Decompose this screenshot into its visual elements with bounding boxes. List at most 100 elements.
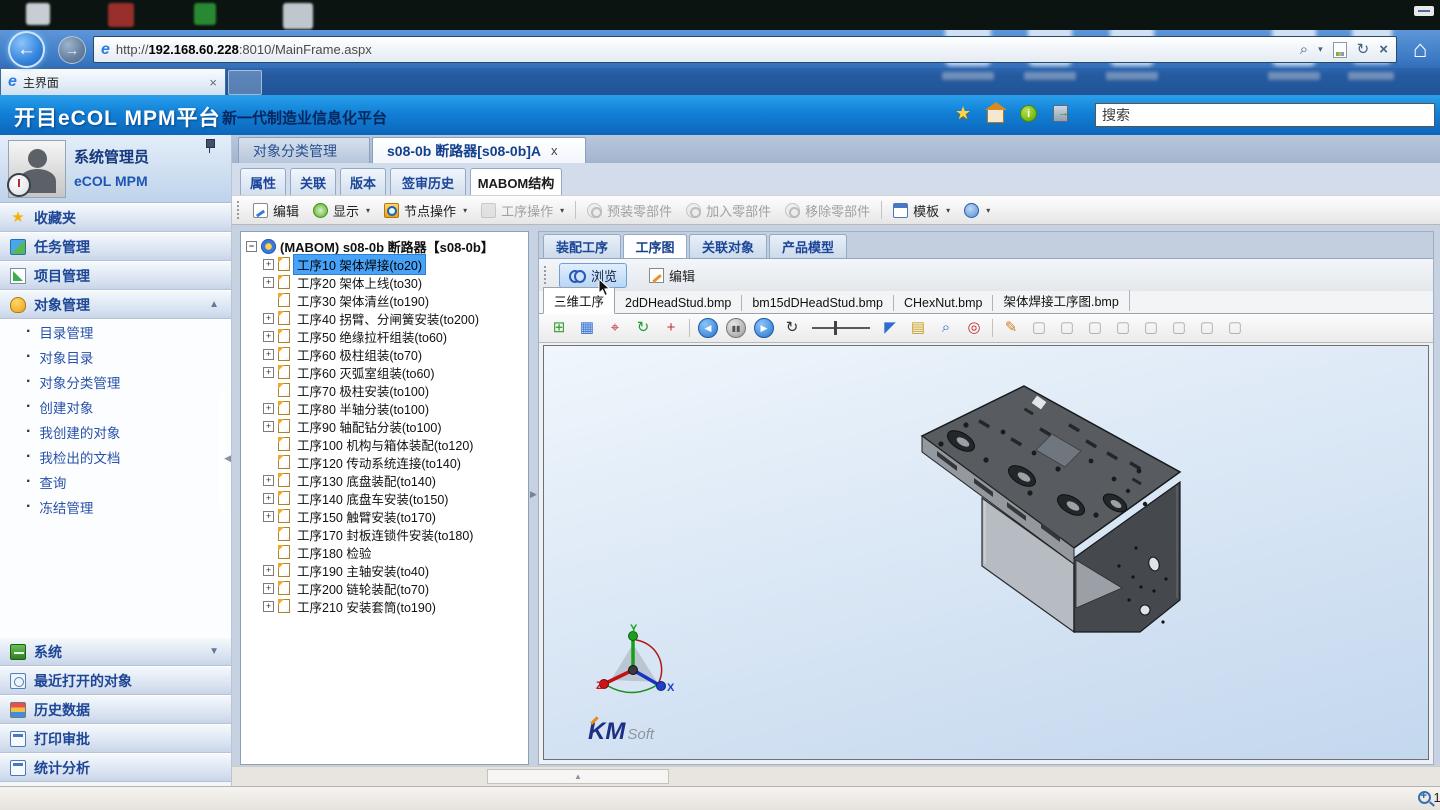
panel-splitter[interactable]: ▶	[529, 231, 538, 765]
toolbar-button-模板[interactable]: 模板▾	[886, 198, 957, 222]
address-bar[interactable]: e http://192.168.60.228:8010/MainFrame.a…	[93, 36, 1397, 63]
tree-node[interactable]: +工序50 绝缘拉杆组装(to60)	[246, 327, 528, 345]
search-icon[interactable]: ⌕	[1300, 37, 1308, 62]
sidebar-group-打印审批[interactable]: 打印审批	[0, 724, 231, 753]
tree-node[interactable]: +工序60 极柱组装(to70)	[246, 345, 528, 363]
tree-node[interactable]: +工序190 主轴安装(to40)	[246, 561, 528, 579]
chevron-up-icon[interactable]: ▲	[209, 299, 219, 310]
sidebar-group-历史数据[interactable]: 历史数据	[0, 695, 231, 724]
toolbar-button-编辑[interactable]: 编辑	[246, 198, 306, 222]
tree-node[interactable]: +工序130 底盘装配(to140)	[246, 471, 528, 489]
cad-viewer[interactable]: Y X Z KMSoft	[543, 345, 1429, 760]
process-tab-关联对象[interactable]: 关联对象	[689, 234, 767, 258]
detail-tab-签审历史[interactable]: 签审历史	[390, 168, 466, 195]
expand-icon[interactable]: +	[263, 493, 274, 504]
play-forward-icon[interactable]: ▶	[754, 318, 774, 338]
tree-node[interactable]: +工序150 触臂安装(to170)	[246, 507, 528, 525]
tree-node[interactable]: 工序30 架体清丝(to190)	[246, 291, 528, 309]
sidebar-group-收藏夹[interactable]: ★收藏夹	[0, 203, 231, 232]
new-tab-button[interactable]	[228, 70, 262, 95]
sidebar-item-我创建的对象[interactable]: ·我创建的对象	[0, 419, 231, 444]
file-tab-架体焊接工序图.bmp[interactable]: 架体焊接工序图.bmp	[993, 290, 1129, 311]
expand-icon[interactable]: +	[263, 367, 274, 378]
chevron-down-icon[interactable]: ▼	[209, 646, 219, 657]
sidebar-group-项目管理[interactable]: 项目管理	[0, 261, 231, 290]
expand-icon[interactable]: +	[263, 583, 274, 594]
process-tab-装配工序[interactable]: 装配工序	[543, 234, 621, 258]
sidebar-item-对象目录[interactable]: ·对象目录	[0, 344, 231, 369]
markup-edit-icon[interactable]: ✎	[1001, 318, 1021, 338]
toolbar-button-显示[interactable]: 显示▾	[306, 198, 377, 222]
zoom-region-icon[interactable]: ▦	[577, 318, 597, 338]
replay-icon[interactable]: ↻	[782, 318, 802, 338]
detail-tab-属性[interactable]: 属性	[240, 168, 286, 195]
panel-collapse-handle[interactable]: ▲	[487, 769, 669, 784]
sidebar-item-冻结管理[interactable]: ·冻结管理	[0, 494, 231, 519]
rotate-view-icon[interactable]: ↻	[633, 318, 653, 338]
tree-root-row[interactable]: − (MABOM) s08-0b 断路器【s08-0b】	[246, 237, 528, 255]
expand-icon[interactable]: +	[263, 565, 274, 576]
browser-back-button[interactable]: ←	[8, 31, 45, 68]
detail-tab-关联[interactable]: 关联	[290, 168, 336, 195]
expand-icon[interactable]: +	[263, 511, 274, 522]
progress-slider[interactable]	[812, 318, 870, 338]
sidebar-group-最近打开的对象[interactable]: 最近打开的对象	[0, 666, 231, 695]
tree-node[interactable]: 工序100 机构与箱体装配(to120)	[246, 435, 528, 453]
browser-home-button[interactable]: ⌂	[1405, 36, 1435, 64]
process-tab-产品模型[interactable]: 产品模型	[769, 234, 847, 258]
favorites-icon[interactable]: ★	[955, 103, 971, 124]
tree-node[interactable]: +工序200 链轮装配(to70)	[246, 579, 528, 597]
logout-icon[interactable]	[1053, 105, 1068, 122]
sidebar-item-我检出的文档[interactable]: ·我检出的文档	[0, 444, 231, 469]
expand-icon[interactable]: +	[263, 313, 274, 324]
home-icon[interactable]	[987, 109, 1004, 123]
detail-tab-版本[interactable]: 版本	[340, 168, 386, 195]
tree-node[interactable]: +工序140 底盘车安装(to150)	[246, 489, 528, 507]
zoom-indicator[interactable]: 10	[1418, 790, 1440, 805]
expand-icon[interactable]: +	[263, 601, 274, 612]
file-tab-2dDHeadStud.bmp[interactable]: 2dDHeadStud.bmp	[615, 295, 742, 311]
search-input[interactable]	[1095, 103, 1435, 127]
tab-close-icon[interactable]: ×	[209, 75, 217, 90]
main-tab-s08-0b 断路器[s08-0b]A[interactable]: s08-0b 断路器[s08-0b]Ax	[372, 137, 586, 163]
sidebar-group-任务管理[interactable]: 任务管理	[0, 232, 231, 261]
collapse-expander-icon[interactable]: −	[246, 241, 257, 252]
pause-icon[interactable]: ▮▮	[726, 318, 746, 338]
sidebar-group-统计分析[interactable]: 统计分析	[0, 753, 231, 782]
edit-picture-button[interactable]: 编辑	[641, 263, 703, 288]
sidebar-item-目录管理[interactable]: ·目录管理	[0, 319, 231, 344]
minimize-button[interactable]	[1414, 6, 1434, 16]
browser-forward-button[interactable]: →	[58, 36, 86, 64]
expand-icon[interactable]: +	[263, 331, 274, 342]
measure-tools-icon[interactable]: ⌖	[605, 318, 625, 338]
browser-tab[interactable]: e 主界面 ×	[0, 68, 226, 95]
tree-node[interactable]: 工序180 检验	[246, 543, 528, 561]
sidebar-item-查询[interactable]: ·查询	[0, 469, 231, 494]
search-caret-icon[interactable]: ▾	[1318, 37, 1323, 62]
file-tab-CHexNut.bmp[interactable]: CHexNut.bmp	[894, 295, 994, 311]
expand-icon[interactable]: +	[263, 259, 274, 270]
pointer-icon[interactable]: ◤	[880, 318, 900, 338]
tree-node[interactable]: +工序90 轴配钻分装(to100)	[246, 417, 528, 435]
tree-node[interactable]: +工序210 安装套筒(to190)	[246, 597, 528, 615]
toolbar-button-relation[interactable]: ▾	[957, 198, 997, 222]
sidebar-item-创建对象[interactable]: ·创建对象	[0, 394, 231, 419]
pan-view-icon[interactable]: +	[661, 318, 681, 338]
expand-icon[interactable]: +	[263, 475, 274, 486]
tree-node[interactable]: +工序10 架体焊接(to20)	[246, 255, 528, 273]
tree-node[interactable]: 工序120 传动系统连接(to140)	[246, 453, 528, 471]
main-tab-对象分类管理[interactable]: 对象分类管理	[238, 137, 370, 163]
tree-node[interactable]: +工序20 架体上线(to30)	[246, 273, 528, 291]
fit-view-icon[interactable]: ⊞	[549, 318, 569, 338]
info-icon[interactable]: i	[1020, 105, 1037, 122]
expand-icon[interactable]: +	[263, 403, 274, 414]
process-tab-工序图[interactable]: 工序图	[623, 234, 687, 258]
detail-tab-MABOM结构[interactable]: MABOM结构	[470, 168, 562, 195]
sidebar-group-系统[interactable]: 系统▼	[0, 637, 231, 666]
stop-icon[interactable]: ×	[1379, 37, 1388, 62]
sidebar-scrollbar[interactable]	[219, 393, 225, 511]
tree-node[interactable]: 工序70 极柱安装(to100)	[246, 381, 528, 399]
expand-icon[interactable]: +	[263, 421, 274, 432]
tree-node[interactable]: 工序170 封板连锁件安装(to180)	[246, 525, 528, 543]
refresh-icon[interactable]: ↻	[1357, 37, 1370, 62]
